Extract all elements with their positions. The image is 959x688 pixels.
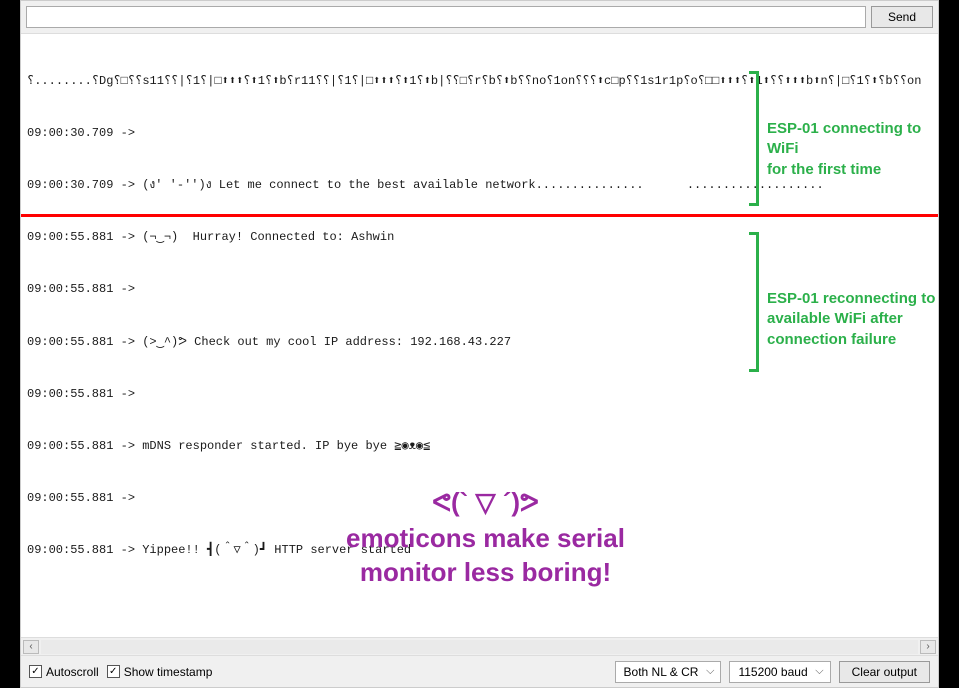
checkbox-icon[interactable]: ✓ (107, 665, 120, 678)
serial-monitor-window: Send ⸮........⸮Dg⸮□⸮⸮s11⸮⸮|⸮1⸮|□⬆⬆⬆⸮⬆1⸮⬆… (20, 0, 939, 688)
annotation-bottom: ESP-01 reconnecting to available WiFi af… (767, 289, 935, 350)
autoscroll-checkbox[interactable]: ✓ Autoscroll (29, 665, 99, 679)
log-line: 09:00:55.881 -> (¬‿¬) Hurray! Connected … (27, 229, 932, 246)
serial-output: ⸮........⸮Dg⸮□⸮⸮s11⸮⸮|⸮1⸮|□⬆⬆⬆⸮⬆1⸮⬆b⸮r11… (21, 34, 938, 637)
bracket-icon (749, 71, 759, 206)
clear-output-button[interactable]: Clear output (839, 661, 930, 683)
send-bar: Send (21, 1, 938, 34)
annotation-top: ESP-01 connecting to WiFi for the first … (767, 119, 938, 180)
baud-select[interactable]: 115200 baud (729, 661, 830, 683)
send-button[interactable]: Send (871, 6, 933, 28)
horizontal-scrollbar[interactable]: ‹ › (21, 637, 938, 655)
timestamp-label: Show timestamp (124, 665, 213, 679)
scroll-track[interactable] (41, 640, 918, 654)
fun-kaomoji: ᕙ(` ▽ ´)ᕗ (27, 484, 938, 522)
timestamp-checkbox[interactable]: ✓ Show timestamp (107, 665, 213, 679)
log-line: 09:00:55.881 -> mDNS responder started. … (27, 438, 932, 455)
scroll-right-icon[interactable]: › (920, 640, 936, 654)
fun-line1: emoticons make serial (27, 522, 938, 556)
scroll-left-icon[interactable]: ‹ (23, 640, 39, 654)
line-ending-value: Both NL & CR (624, 665, 699, 679)
line-ending-select[interactable]: Both NL & CR (615, 661, 722, 683)
log-line: 09:00:55.881 -> (27, 386, 932, 403)
bracket-icon (749, 232, 759, 372)
divider-red-line (21, 214, 938, 217)
serial-input[interactable] (26, 6, 866, 28)
log-garbled: ⸮........⸮Dg⸮□⸮⸮s11⸮⸮|⸮1⸮|□⬆⬆⬆⸮⬆1⸮⬆b⸮r11… (27, 73, 932, 90)
bottom-toolbar: ✓ Autoscroll ✓ Show timestamp Both NL & … (21, 655, 938, 687)
fun-line2: monitor less boring! (27, 556, 938, 590)
checkbox-icon[interactable]: ✓ (29, 665, 42, 678)
baud-value: 115200 baud (738, 665, 807, 679)
autoscroll-label: Autoscroll (46, 665, 99, 679)
